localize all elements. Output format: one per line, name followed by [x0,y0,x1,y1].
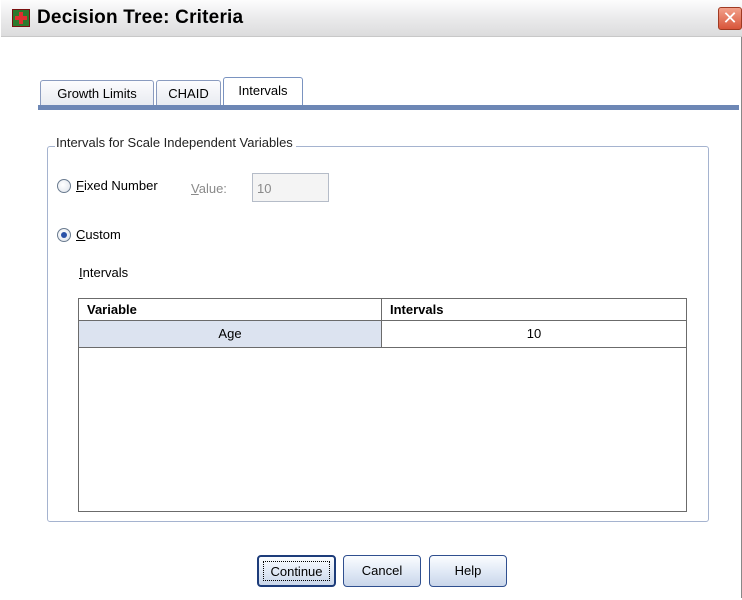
focus-ring: Continue [263,561,330,581]
grid-header: Variable Intervals [79,299,686,321]
close-button[interactable]: ✕ [718,7,742,30]
tab-label: Growth Limits [57,86,137,101]
fixed-number-radio[interactable] [57,179,71,193]
fixed-number-value-input[interactable]: 10 [252,173,329,202]
value-label: Value: [191,181,227,196]
variable-cell[interactable]: Age [79,321,382,348]
custom-radio[interactable] [57,228,71,242]
custom-label[interactable]: Custom [76,227,121,242]
continue-button[interactable]: Continue [257,555,336,587]
column-header-intervals: Intervals [382,299,686,321]
group-legend: Intervals for Scale Independent Variable… [55,135,296,150]
close-icon: ✕ [722,8,738,28]
tab-label: CHAID [168,86,209,101]
tab-strip-underline [38,105,739,110]
cancel-button[interactable]: Cancel [343,555,421,587]
decision-tree-criteria-dialog: Decision Tree: Criteria ✕ Growth Limits … [0,0,742,598]
title-bar[interactable]: Decision Tree: Criteria ✕ [1,0,742,37]
help-button[interactable]: Help [429,555,507,587]
window-title: Decision Tree: Criteria [37,7,244,28]
app-icon [12,9,30,27]
intervals-label: Intervals [79,265,129,280]
intervals-cell[interactable]: 10 [382,321,686,348]
intervals-grid[interactable]: Variable Intervals Age 10 [78,298,687,512]
tab-intervals[interactable]: Intervals [223,77,303,108]
table-row[interactable]: Age 10 [79,321,686,348]
fixed-number-label[interactable]: Fixed Number [76,178,158,193]
radio-selected-dot [61,232,67,238]
column-header-variable: Variable [79,299,382,321]
tab-growth-limits[interactable]: Growth Limits [40,80,154,108]
tab-label: Intervals [238,83,288,98]
tab-chaid[interactable]: CHAID [156,80,221,108]
